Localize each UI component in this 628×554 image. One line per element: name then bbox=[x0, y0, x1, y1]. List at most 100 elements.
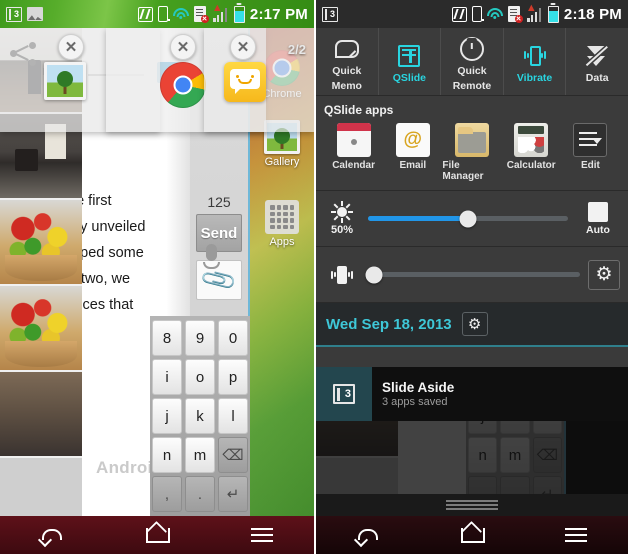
gallery-thumbnail[interactable] bbox=[0, 200, 82, 286]
quick-toggle-quick-memo[interactable]: Quick Memo bbox=[316, 28, 379, 95]
card-close-button[interactable]: ✕ bbox=[230, 34, 256, 60]
edit-icon bbox=[573, 123, 608, 157]
keyboard-row: j k l bbox=[152, 398, 248, 434]
key[interactable]: 0 bbox=[218, 320, 248, 356]
back-icon[interactable] bbox=[35, 523, 69, 547]
quick-toggle-vibrate[interactable]: Vibrate bbox=[504, 28, 567, 95]
dock-label: Apps bbox=[269, 236, 295, 248]
sync-error-icon bbox=[193, 6, 209, 23]
brightness-row: 50% Auto bbox=[316, 191, 628, 247]
qslide-app-file-manager[interactable]: File Manager bbox=[442, 123, 501, 182]
quick-settings-row: Quick Memo QSlide Quick Remote Vibrate D… bbox=[316, 28, 628, 96]
share-icon[interactable] bbox=[10, 42, 36, 66]
keyboard-row: i o p bbox=[152, 359, 248, 395]
sim-icon bbox=[157, 6, 170, 22]
gallery-icon bbox=[44, 62, 86, 100]
back-icon[interactable] bbox=[351, 523, 385, 547]
slider-knob[interactable] bbox=[365, 266, 383, 283]
brightness-icon bbox=[331, 200, 353, 223]
vibrate-icon bbox=[522, 43, 548, 69]
quick-toggle-quick-remote[interactable]: Quick Remote bbox=[441, 28, 504, 95]
qslide-app-edit[interactable]: Edit bbox=[561, 123, 620, 182]
document-text: the first day unveiled opped some er two… bbox=[82, 188, 184, 318]
status-left-icons: 3 bbox=[322, 6, 338, 22]
toggle-label: Quick bbox=[457, 64, 487, 77]
wifi-icon bbox=[172, 7, 189, 21]
key[interactable]: . bbox=[185, 476, 215, 512]
enter-key[interactable]: ↵ bbox=[218, 476, 248, 512]
key[interactable]: i bbox=[152, 359, 182, 395]
sound-settings-button[interactable]: ⚙ bbox=[588, 259, 620, 290]
qslide-app-email[interactable]: @ Email bbox=[383, 123, 442, 182]
card-close-button[interactable]: ✕ bbox=[58, 34, 84, 60]
auto-checkbox[interactable] bbox=[588, 201, 608, 222]
battery-icon bbox=[547, 5, 559, 23]
microphone-button[interactable] bbox=[198, 244, 224, 282]
key[interactable]: p bbox=[218, 359, 248, 395]
auto-label: Auto bbox=[586, 223, 610, 236]
signal-icon: ▲ bbox=[526, 2, 543, 22]
key[interactable]: , bbox=[152, 476, 182, 512]
key[interactable]: j bbox=[152, 398, 182, 434]
character-counter: 125 bbox=[207, 194, 231, 210]
system-settings-button[interactable]: ⚙ bbox=[461, 312, 488, 336]
toggle-label-2: Memo bbox=[331, 79, 362, 92]
status-clock: 2:17 PM bbox=[249, 5, 308, 23]
status-clock: 2:18 PM bbox=[563, 5, 622, 23]
key[interactable]: k bbox=[185, 398, 215, 434]
notification-title: Slide Aside bbox=[382, 380, 455, 395]
onscreen-keyboard[interactable]: 8 9 0 i o p j k l n m ⌫ , . ↵ bbox=[150, 316, 250, 516]
microphone-stand bbox=[202, 262, 220, 269]
key[interactable]: o bbox=[185, 359, 215, 395]
key[interactable]: l bbox=[218, 398, 248, 434]
gallery-thumbnail[interactable] bbox=[0, 372, 82, 458]
notification-subtitle: 3 apps saved bbox=[382, 396, 448, 408]
home-icon[interactable] bbox=[455, 523, 489, 547]
panel-handle[interactable] bbox=[316, 494, 628, 516]
toggle-label: Vibrate bbox=[516, 72, 553, 84]
right-phone-screenshot: 890 iop jkl nm⌫ ,.↵ Emergency calls only bbox=[314, 0, 628, 554]
status-right-icons: ▲ 2:17 PM bbox=[137, 2, 308, 23]
quick-toggle-data[interactable]: Data bbox=[566, 28, 628, 95]
page-indicator: 2/2 bbox=[287, 42, 306, 57]
toggle-label: Quick bbox=[332, 64, 362, 77]
app-label: File Manager bbox=[442, 160, 484, 182]
section-title: QSlide apps bbox=[324, 103, 394, 117]
slide-aside-cards: ✕ ✕ ✕ bbox=[0, 28, 314, 132]
card-close-button[interactable]: ✕ bbox=[170, 34, 196, 60]
slide-aside-icon: 3 bbox=[333, 384, 355, 404]
key[interactable]: 9 bbox=[185, 320, 215, 356]
slider-knob[interactable] bbox=[459, 210, 477, 227]
dock-item-apps[interactable]: Apps bbox=[250, 200, 314, 248]
auto-brightness-toggle[interactable]: Auto bbox=[576, 201, 620, 236]
menu-icon[interactable] bbox=[245, 523, 279, 547]
gallery-thumbnail[interactable] bbox=[0, 286, 82, 372]
key[interactable]: 8 bbox=[152, 320, 182, 356]
email-icon: @ bbox=[395, 123, 430, 157]
qslide-apps-section: QSlide apps Calendar @ Email File Manage… bbox=[316, 96, 628, 191]
app-label: Calendar bbox=[332, 160, 375, 171]
battery-icon bbox=[233, 5, 245, 23]
backspace-key[interactable]: ⌫ bbox=[218, 437, 248, 473]
volume-slider[interactable] bbox=[365, 266, 580, 283]
menu-icon[interactable] bbox=[559, 523, 593, 547]
quick-toggle-qslide[interactable]: QSlide bbox=[379, 28, 442, 95]
home-icon[interactable] bbox=[140, 523, 174, 547]
signal-icon: ▲ bbox=[212, 2, 229, 22]
key[interactable]: n bbox=[152, 437, 182, 473]
app-label: Email bbox=[399, 160, 427, 171]
key[interactable]: m bbox=[185, 437, 215, 473]
brightness-slider[interactable] bbox=[368, 210, 568, 227]
volume-row: ⚙ bbox=[316, 247, 628, 303]
notification-spacer bbox=[316, 347, 628, 367]
messaging-icon bbox=[224, 62, 266, 102]
brightness-indicator: 50% bbox=[324, 200, 360, 236]
qslide-app-calendar[interactable]: Calendar bbox=[324, 123, 383, 182]
document-line: er two, we bbox=[82, 271, 131, 287]
status-left-icons: 3 bbox=[6, 6, 43, 22]
quick-remote-icon bbox=[459, 36, 485, 62]
status-bar: 3 ▲ 2:17 PM bbox=[0, 0, 314, 28]
toggle-label: Data bbox=[585, 72, 609, 84]
qslide-app-calculator[interactable]: Calculator bbox=[502, 123, 561, 182]
notification-slide-aside[interactable]: 3 Slide Aside 3 apps saved bbox=[316, 367, 628, 421]
